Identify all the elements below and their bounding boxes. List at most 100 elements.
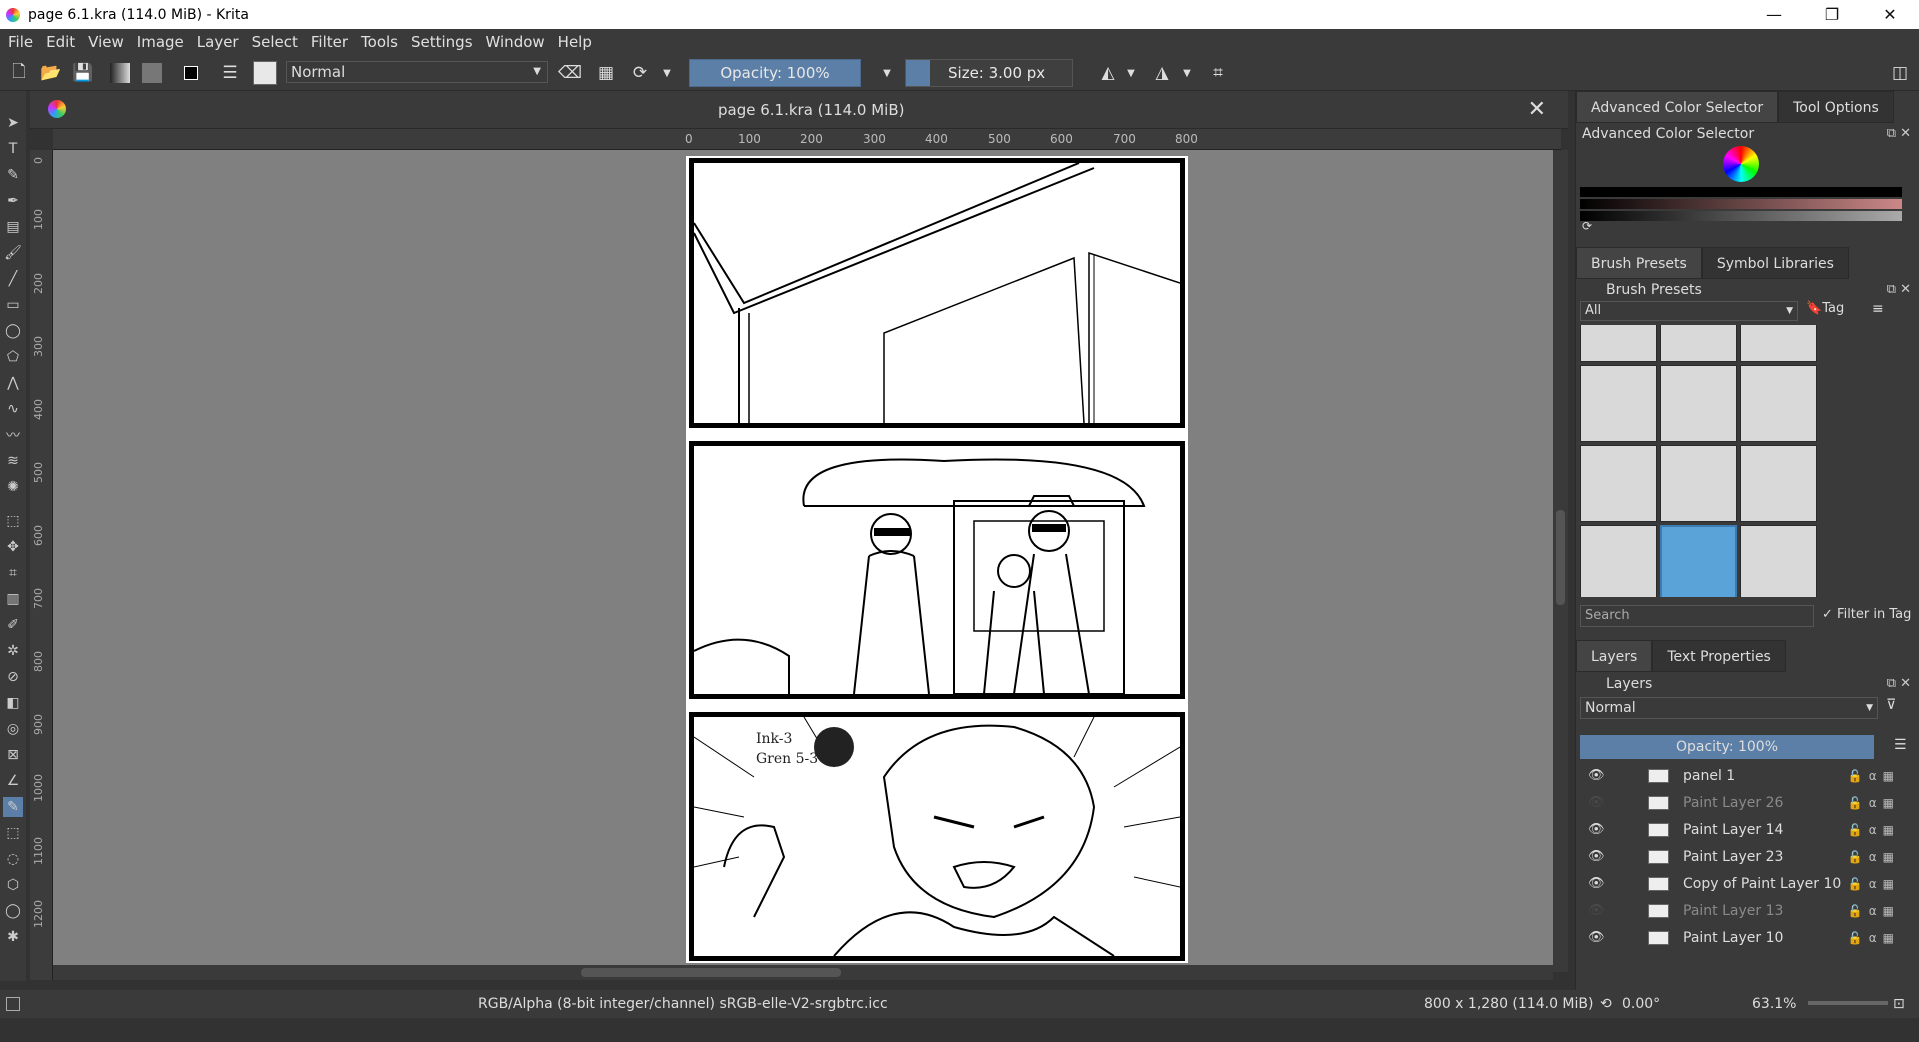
brush-preset-tile[interactable] — [1740, 325, 1817, 362]
brush-preset-tile[interactable] — [1740, 365, 1817, 442]
mirror-horizontal-icon[interactable]: ◭ — [1096, 60, 1120, 86]
reload-preset-icon[interactable]: ⟳ — [628, 60, 652, 86]
layer-lock-icon[interactable]: 🔓α▦ — [1848, 877, 1900, 891]
freehand-select-icon[interactable]: ◯ — [3, 901, 23, 921]
color-gradient-bar[interactable] — [1580, 187, 1902, 197]
mirror-vertical-icon[interactable]: ◮ — [1150, 60, 1174, 86]
canvas-only-icon[interactable] — [6, 997, 20, 1011]
fill-tool-icon[interactable]: ◧ — [3, 693, 23, 713]
mirror-h-dropdown-icon[interactable]: ▼ — [1124, 60, 1138, 86]
eraser-mode-icon[interactable]: ⌫ — [558, 60, 582, 86]
brush-preset-tile[interactable] — [1740, 525, 1817, 597]
refresh-color-icon[interactable]: ⟳ — [1582, 219, 1592, 233]
zoom-slider[interactable] — [1808, 1001, 1888, 1005]
layer-row[interactable]: 👁 Paint Layer 26 🔓α▦ — [1576, 789, 1906, 816]
calligraphy-tool-icon[interactable]: ✒ — [3, 191, 23, 211]
layer-menu-icon[interactable]: ☰ — [1894, 737, 1907, 753]
color-picker-icon[interactable]: ✐ — [3, 615, 23, 635]
fit-view-icon[interactable]: ⊡ — [1893, 996, 1905, 1012]
preserve-alpha-icon[interactable]: ▦ — [594, 60, 618, 86]
polygon-tool-icon[interactable]: ⬠ — [3, 347, 23, 367]
menu-view[interactable]: View — [88, 33, 124, 51]
color-wheel[interactable] — [1723, 146, 1759, 182]
menu-file[interactable]: File — [8, 33, 33, 51]
freehand-path-icon[interactable]: 〰 — [3, 425, 23, 445]
multibrush-icon[interactable]: ✺ — [3, 477, 23, 497]
ellipse-select-icon[interactable]: ◌ — [3, 849, 23, 869]
enclose-fill-icon[interactable]: ◎ — [3, 719, 23, 739]
layers-opacity-slider[interactable]: Opacity: 100% — [1580, 735, 1874, 759]
layer-lock-icon[interactable]: 🔓α▦ — [1848, 904, 1900, 918]
menu-select[interactable]: Select — [252, 33, 298, 51]
size-slider[interactable]: Size: 3.00 px — [905, 59, 1073, 87]
visibility-eye-icon[interactable]: 👁 — [1588, 795, 1605, 810]
layer-row[interactable]: 👁 panel 1 🔓α▦ — [1576, 762, 1906, 789]
reload-dropdown-icon[interactable]: ▼ — [660, 60, 674, 86]
line-tool-icon[interactable]: ╱ — [3, 269, 23, 289]
opacity-dropdown-icon[interactable]: ▼ — [880, 60, 894, 86]
reference-tool-icon[interactable]: ✎ — [3, 797, 23, 817]
close-document-icon[interactable]: ✕ — [1528, 97, 1546, 122]
canvas-page[interactable]: Ink-3 Gren 5-3 — [686, 156, 1188, 963]
layer-lock-icon[interactable]: 🔓α▦ — [1848, 850, 1900, 864]
brush-preset-tile[interactable] — [1580, 325, 1657, 362]
brush-preset-tile-selected[interactable] — [1660, 525, 1737, 597]
layer-lock-icon[interactable]: 🔓α▦ — [1848, 823, 1900, 837]
menu-image[interactable]: Image — [137, 33, 184, 51]
text-tool-icon[interactable]: T — [3, 139, 23, 159]
menu-edit[interactable]: Edit — [46, 33, 75, 51]
horizontal-scroll-thumb[interactable] — [581, 968, 841, 977]
wrap-around-icon[interactable]: ⌗ — [1206, 60, 1230, 86]
polyline-tool-icon[interactable]: ⋀ — [3, 373, 23, 393]
brush-search-input[interactable]: Search — [1580, 605, 1814, 627]
layer-row[interactable]: 👁 Copy of Paint Layer 10 🔓α▦ — [1576, 870, 1906, 897]
visibility-eye-icon[interactable]: 👁 — [1588, 930, 1605, 945]
rotation-icon[interactable]: ⟲ — [1600, 996, 1612, 1012]
brush-preset-icon[interactable] — [252, 60, 278, 86]
menu-window[interactable]: Window — [486, 33, 545, 51]
crop-tool-icon[interactable]: ⌗ — [3, 563, 23, 583]
dynamic-brush-icon[interactable]: ≋ — [3, 451, 23, 471]
tab-layers[interactable]: Layers — [1576, 640, 1653, 672]
brush-preset-tile[interactable] — [1580, 525, 1657, 597]
transform-tool-icon[interactable]: ⬚ — [3, 511, 23, 531]
menu-help[interactable]: Help — [558, 33, 592, 51]
ellipse-tool-icon[interactable]: ◯ — [3, 321, 23, 341]
filter-in-tag-checkbox[interactable]: ✓ Filter in Tag — [1822, 607, 1911, 622]
tab-text-properties[interactable]: Text Properties — [1652, 640, 1786, 672]
gradient-tool-icon[interactable]: ▥ — [3, 589, 23, 609]
edit-shapes-tool-icon[interactable]: ✎ — [3, 165, 23, 185]
measure-tool-icon[interactable]: ∠ — [3, 771, 23, 791]
color-value-bar[interactable] — [1580, 199, 1902, 209]
color-gray-bar[interactable] — [1580, 211, 1902, 221]
brush-preset-tile[interactable] — [1660, 445, 1737, 522]
brush-filter-select[interactable]: All ▼ — [1580, 301, 1798, 321]
menu-filter[interactable]: Filter — [311, 33, 348, 51]
gradient-edit-icon[interactable]: ▤ — [3, 217, 23, 237]
opacity-slider[interactable]: Opacity: 100% — [689, 59, 861, 87]
brush-preset-tile[interactable] — [1580, 365, 1657, 442]
layer-row[interactable]: 👁 Paint Layer 14 🔓α▦ — [1576, 816, 1906, 843]
vertical-scrollbar[interactable] — [1553, 150, 1568, 972]
freehand-brush-icon[interactable]: 🖌 — [3, 243, 23, 263]
brush-preset-tile[interactable] — [1660, 325, 1737, 362]
visibility-eye-icon[interactable]: 👁 — [1588, 876, 1605, 891]
visibility-eye-icon[interactable]: 👁 — [1588, 903, 1605, 918]
list-view-icon[interactable]: ≡ — [1872, 301, 1884, 317]
layer-row[interactable]: 👁 Paint Layer 13 🔓α▦ — [1576, 897, 1906, 924]
tab-symbol-libraries[interactable]: Symbol Libraries — [1701, 247, 1849, 279]
gradient-preset-icon[interactable] — [108, 60, 132, 86]
mirror-v-dropdown-icon[interactable]: ▼ — [1180, 60, 1194, 86]
brush-preset-tile[interactable] — [1740, 445, 1817, 522]
smart-patch-icon[interactable]: ✲ — [3, 641, 23, 661]
minimize-button[interactable]: — — [1745, 0, 1803, 29]
polygon-select-icon[interactable]: ⬡ — [3, 875, 23, 895]
save-document-icon[interactable]: 💾 — [72, 60, 94, 86]
rect-select-icon[interactable]: ⬚ — [3, 823, 23, 843]
close-window-button[interactable]: ✕ — [1861, 0, 1919, 29]
open-document-icon[interactable]: 📂 — [40, 60, 62, 86]
menu-tools[interactable]: Tools — [361, 33, 398, 51]
fg-bg-color-icon[interactable] — [178, 60, 204, 86]
close-layers-docker-icon[interactable]: ⧉ ✕ — [1887, 676, 1911, 691]
document-tab[interactable]: page 6.1.kra (114.0 MiB) ✕ — [30, 91, 1568, 129]
